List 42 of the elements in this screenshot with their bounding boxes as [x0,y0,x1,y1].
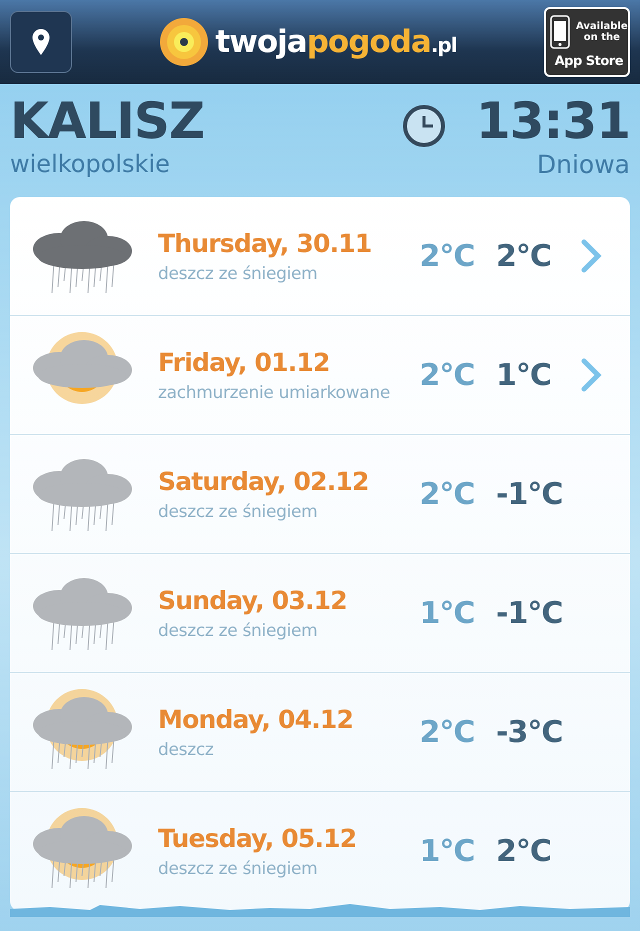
day-date: Saturday, 02.12 [158,466,370,496]
sun-logo-icon [159,17,210,67]
chevron-right-icon[interactable] [580,239,602,273]
map-pin-icon [31,28,51,56]
day-date: Monday, 04.12 [158,704,354,734]
high-temperature: 2°C [418,476,476,512]
weather-description: zachmurzenie umiarkowane [158,382,391,402]
weather-description: deszcz ze śniegiem [158,502,318,522]
period-label: Dniowa [536,150,630,179]
city-name: KALISZ [10,92,206,150]
weather-description: deszcz ze śniegiem [158,264,318,284]
high-temperature: 2°C [418,714,476,750]
chevron-right-icon[interactable] [580,358,602,392]
low-temperature: 2°C [496,834,552,868]
day-date: Thursday, 30.11 [158,228,372,258]
low-temperature: 2°C [496,238,552,274]
day-date: Tuesday, 05.12 [158,824,358,852]
app-store-badge[interactable]: Available on the App Store [544,7,630,77]
weather-description: deszcz [158,740,215,760]
forecast-row[interactable]: Thursday, 30.11 deszcz ze śniegiem 2°C 2°C [10,197,630,316]
forecast-row[interactable]: Sunday, 03.12 deszcz ze śniegiem 1°C -1°C [10,554,630,673]
low-temperature: -1°C [496,476,564,512]
low-temperature: 1°C [496,358,552,392]
high-temperature: 2°C [418,358,476,392]
forecast-row[interactable]: Friday, 01.12 zachmurzenie umiarkowane 2°C 1°C [10,316,630,435]
high-temperature: 2°C [418,238,476,274]
time-text: 13:31 [476,92,630,150]
day-date: Friday, 01.12 [158,348,331,376]
forecast-row[interactable]: Saturday, 02.12 deszcz ze śniegiem 2°C -1°C [10,435,630,554]
low-temperature: -3°C [496,714,564,750]
high-temperature: 1°C [418,834,476,868]
clock-icon [402,104,446,148]
high-temperature: 1°C [418,596,476,630]
logo-text: twojapogoda.pl [215,24,457,60]
region-name: wielkopolskie [10,150,171,178]
low-temperature: -1°C [496,596,564,630]
day-date: Sunday, 03.12 [158,586,348,614]
weather-description: deszcz ze śniegiem [158,620,318,640]
phone-icon [550,15,570,50]
location-button[interactable] [10,11,72,73]
forecast-row[interactable]: Monday, 04.12 deszcz 2°C -3°C [10,673,630,792]
weather-description: deszcz ze śniegiem [158,858,318,878]
